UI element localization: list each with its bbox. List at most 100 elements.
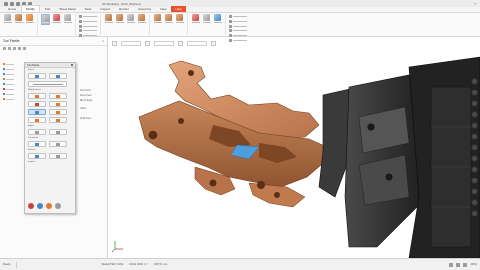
collapse-icon[interactable] [8,47,11,50]
save-icon[interactable] [16,1,20,6]
select-body-button[interactable] [49,73,67,79]
tab-inspect[interactable]: Inspect [96,6,114,12]
layer-field[interactable] [154,40,174,46]
rotate-face-button[interactable] [49,117,67,123]
round-edge-button[interactable] [28,129,46,135]
pan-icon[interactable] [471,89,478,96]
measure-button[interactable] [202,14,211,23]
tree-node[interactable] [3,92,21,96]
open-icon[interactable] [10,1,14,6]
pull-tool-button[interactable] [14,14,23,23]
hide-icon[interactable] [23,47,26,50]
tree-node[interactable] [3,97,21,101]
chamfer-button[interactable] [137,14,146,23]
pin-icon[interactable] [71,64,73,66]
snap-icon[interactable] [456,262,461,267]
stop-icon[interactable] [28,203,34,209]
right-view-icon[interactable] [471,166,478,173]
tree-node[interactable] [3,77,21,81]
filter-field[interactable] [121,40,141,46]
chamfer-edge-button[interactable] [49,129,67,135]
move-tool-button[interactable] [25,14,34,23]
blend-button[interactable] [63,14,72,23]
tree-node[interactable] [3,87,21,91]
gripper-assembly[interactable] [318,56,480,258]
draft-button[interactable] [126,14,135,23]
tab-home[interactable]: Home [4,6,20,12]
copper-bracket-part[interactable] [138,60,328,208]
tree-node[interactable] [3,82,21,86]
delete-face-button[interactable] [49,109,67,115]
tree-label: Part Tools [80,89,91,92]
display-icon [229,34,232,37]
3d-viewport[interactable] [109,47,480,258]
translate-button[interactable] [28,141,46,147]
settings-icon[interactable] [55,203,61,209]
move-face-button[interactable] [28,93,46,99]
combine-button[interactable] [153,14,162,23]
orbit-icon[interactable] [471,78,478,85]
display-icon [229,15,232,18]
tab-view[interactable]: View [156,6,170,12]
expand-icon[interactable] [3,47,6,50]
tab-render[interactable]: Render [115,6,133,12]
section-view-icon[interactable] [471,122,478,129]
replace-face-button[interactable] [49,101,67,107]
face-option-row[interactable] [28,81,67,87]
warning-icon[interactable] [46,203,52,209]
layers-icon[interactable] [471,188,478,195]
measure-icon [203,14,210,21]
ribbon-group-display [229,14,250,42]
isometric-icon[interactable] [471,133,478,140]
show-icon[interactable] [18,47,21,50]
filter-icon[interactable] [13,47,16,50]
zoom-icon[interactable] [471,100,478,107]
home-view-icon[interactable] [112,40,117,46]
tab-part[interactable]: Part [41,6,55,12]
modify-face-button[interactable] [41,14,50,25]
tree-node[interactable] [3,62,21,66]
select-face-button[interactable] [28,73,46,79]
tab-tools[interactable]: Tools [80,6,95,12]
tab-assembly[interactable]: Assembly [134,6,155,12]
snap-icon[interactable] [211,40,216,46]
view-toolbar [471,78,478,217]
fit-icon[interactable] [471,111,478,118]
zoom-icon[interactable] [145,40,150,46]
mirror-button[interactable] [175,14,184,23]
section-icon[interactable] [178,40,183,46]
ortho-icon[interactable] [463,262,468,267]
render-icon[interactable] [471,177,478,184]
help-button[interactable]: ? [474,2,476,6]
top-view-icon[interactable] [471,155,478,162]
loft-button[interactable] [49,153,67,159]
draft-face-button[interactable] [28,117,46,123]
pin-button[interactable] [213,14,222,23]
scale-button[interactable] [49,141,67,147]
info-icon[interactable] [37,203,43,209]
select-tool-button[interactable] [3,14,12,23]
new-icon[interactable] [4,1,8,6]
check-geometry-button[interactable] [191,14,200,23]
tweak-face-button[interactable] [28,109,46,115]
tree-node[interactable] [3,67,21,71]
lights-icon[interactable] [471,199,478,206]
front-view-icon[interactable] [471,144,478,151]
offset-button[interactable] [115,14,124,23]
status-units: UNITS: mm [153,263,168,266]
tab-help[interactable]: Help [171,6,186,12]
offset-face-button[interactable] [49,93,67,99]
patch-button[interactable] [28,153,46,159]
grid-icon[interactable] [449,262,454,267]
model-canvas[interactable] [109,47,480,258]
tab-modify[interactable]: Modify [21,5,40,12]
tree-node[interactable] [3,72,21,76]
split-button[interactable] [164,14,173,23]
style-field[interactable] [187,40,207,46]
tab-sheet-metal[interactable]: Sheet Metal [55,6,79,12]
fill-button[interactable] [52,14,61,23]
extend-face-button[interactable] [28,101,46,107]
camera-icon[interactable] [471,210,478,217]
shell-button[interactable] [104,14,113,23]
close-icon[interactable]: × [102,39,104,43]
